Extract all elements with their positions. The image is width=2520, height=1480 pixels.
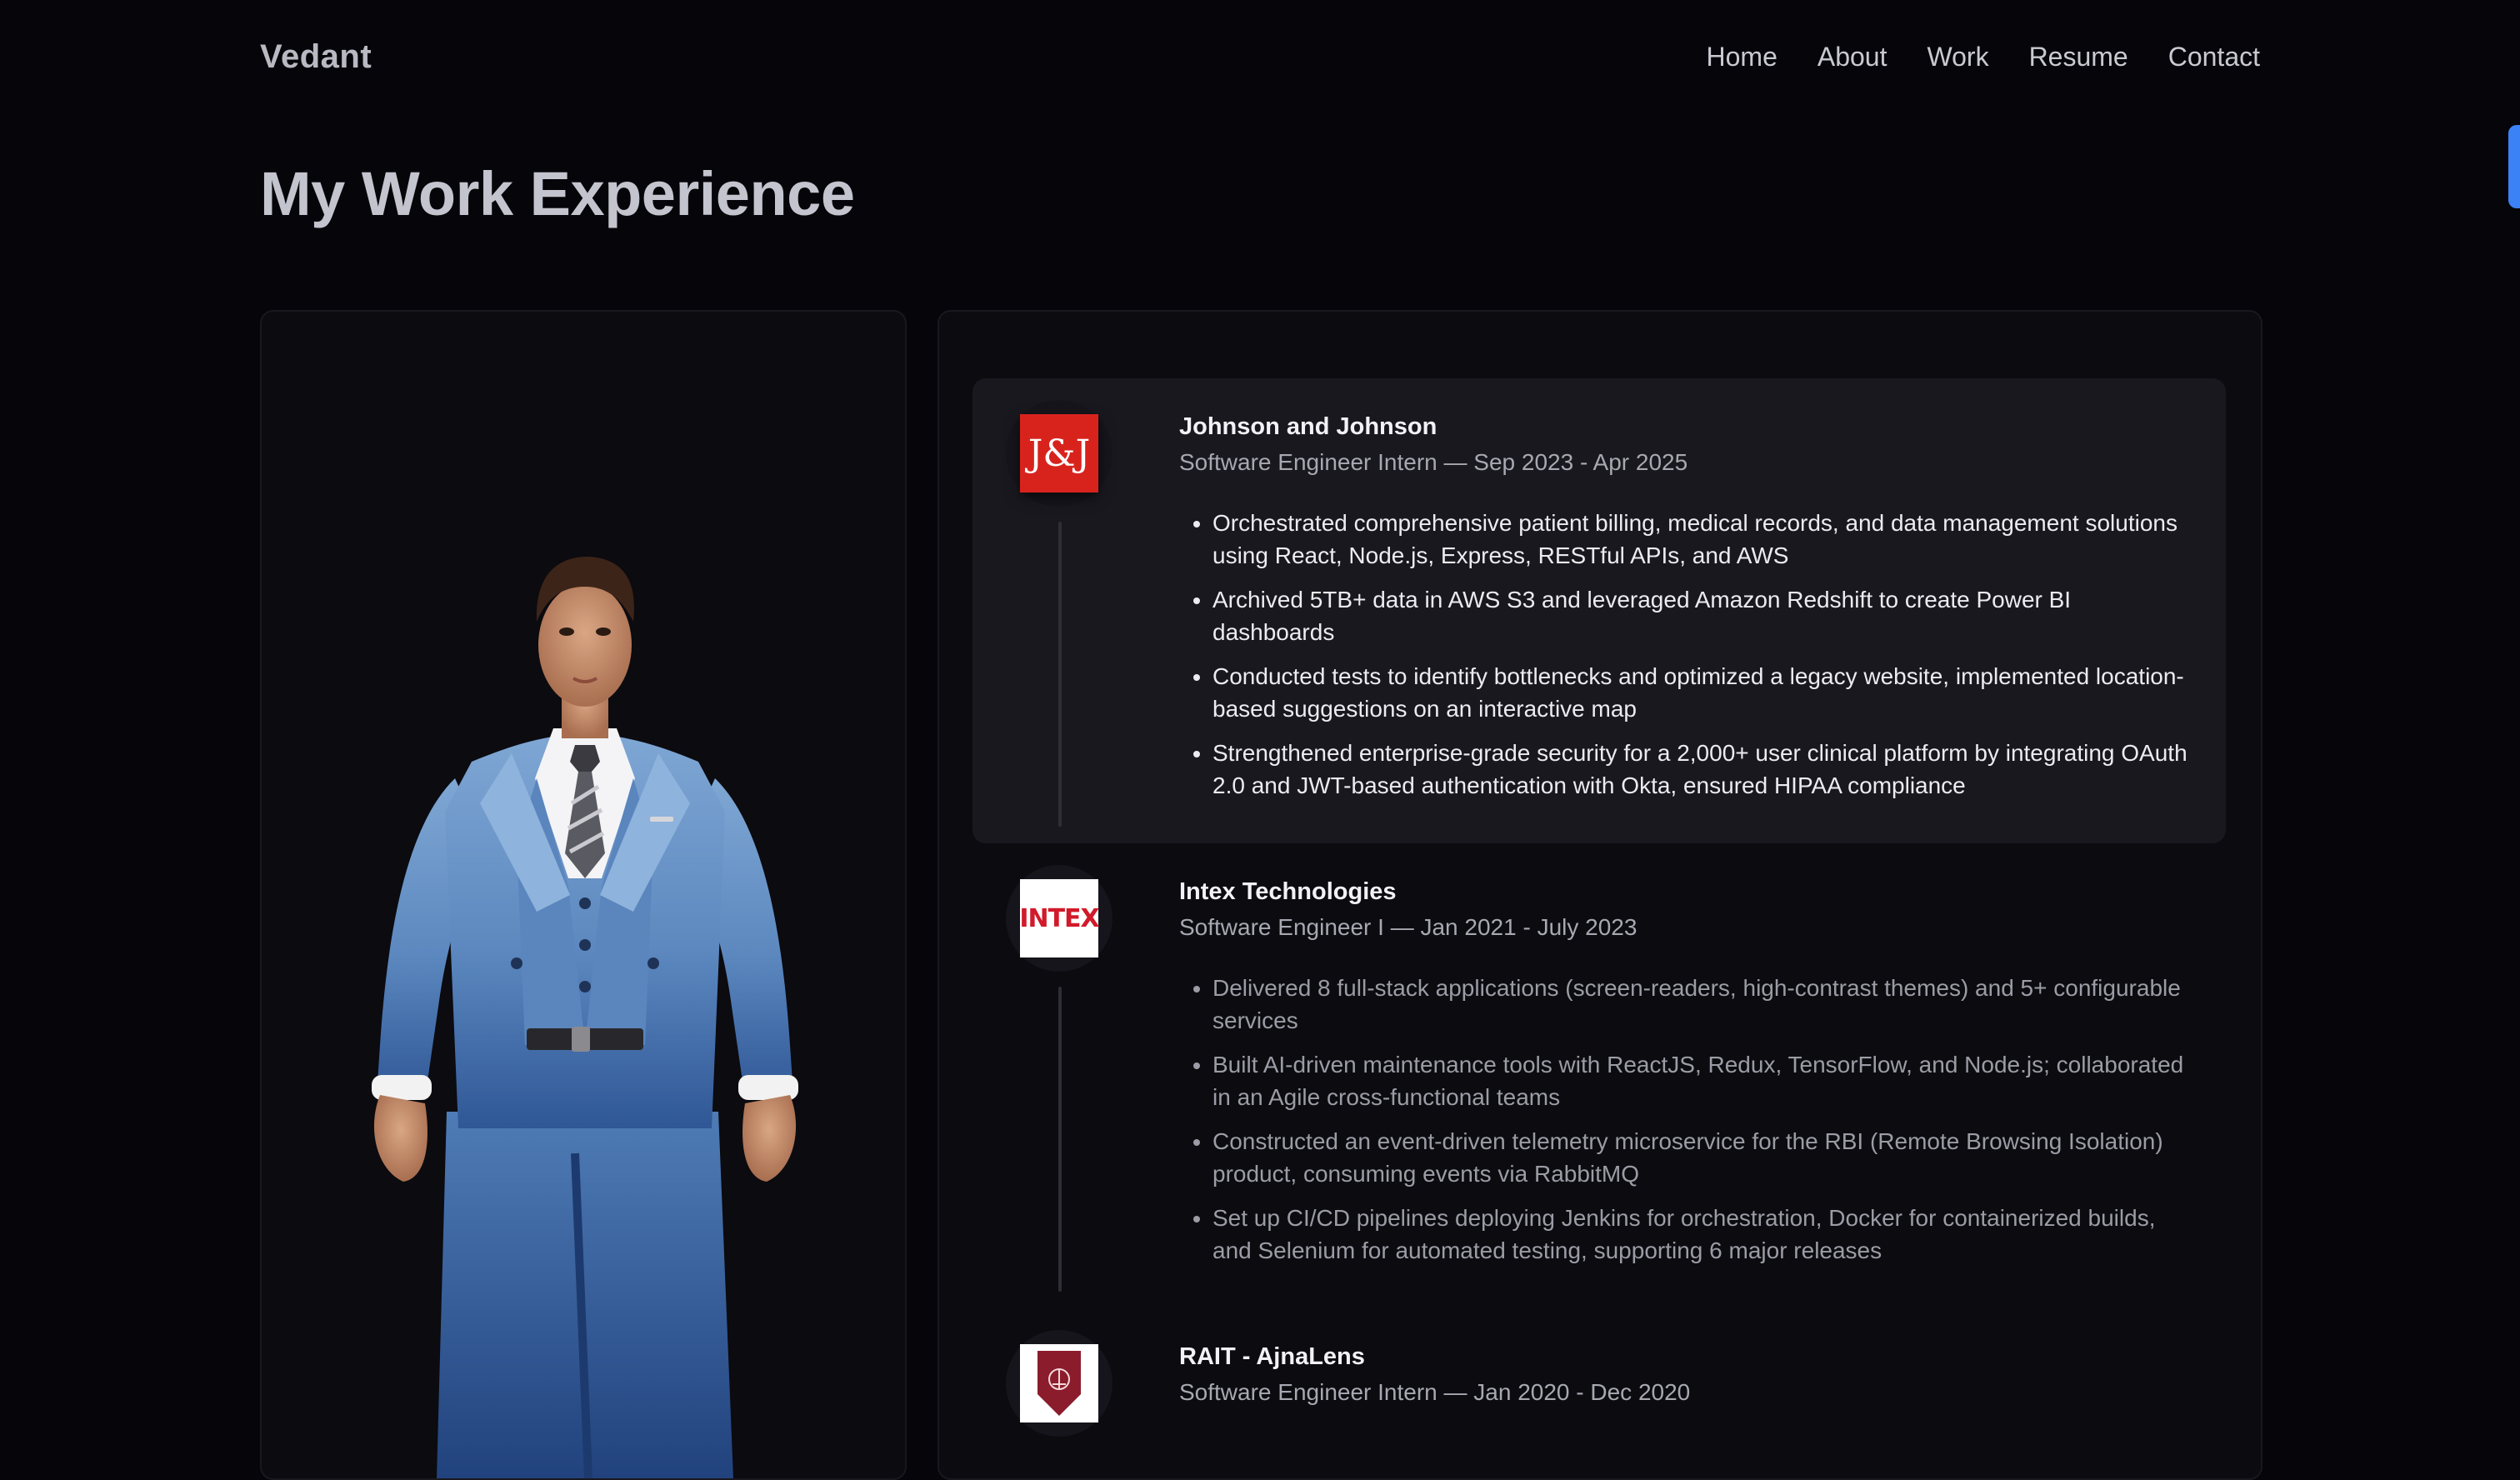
company-name: Johnson and Johnson <box>1179 413 1438 440</box>
job-header: Johnson and Johnson Software Engineer In… <box>1179 413 1688 476</box>
company-name: RAIT - AjnaLens <box>1179 1343 1365 1370</box>
job-item-johnson-and-johnson[interactable]: J&J Johnson and Johnson Software Enginee… <box>972 378 2226 843</box>
company-logo: J&J <box>1006 400 1112 507</box>
nav-link-resume[interactable]: Resume <box>2029 42 2128 72</box>
nav-menu: Home About Work Resume Contact <box>1707 42 2261 72</box>
nav-link-about[interactable]: About <box>1818 42 1888 72</box>
jj-logo-icon: J&J <box>1020 414 1098 492</box>
nav-link-home[interactable]: Home <box>1707 42 1778 72</box>
intex-logo-icon: INTEX <box>1019 879 1100 958</box>
company-name: Intex Technologies <box>1179 878 1397 905</box>
list-item: Strengthened enterprise-grade security f… <box>1212 737 2196 802</box>
job-bullets: Orchestrated comprehensive patient billi… <box>1179 507 2196 813</box>
side-tab-handle[interactable] <box>2508 125 2520 208</box>
list-item: Constructed an event-driven telemetry mi… <box>1212 1125 2196 1190</box>
list-item: Set up CI/CD pipelines deploying Jenkins… <box>1212 1202 2196 1267</box>
nav-link-contact[interactable]: Contact <box>2168 42 2260 72</box>
job-bullets: Delivered 8 full-stack applications (scr… <box>1179 972 2196 1278</box>
list-item: Archived 5TB+ data in AWS S3 and leverag… <box>1212 583 2196 648</box>
list-item: Orchestrated comprehensive patient billi… <box>1212 507 2196 572</box>
nav-link-work[interactable]: Work <box>1927 42 1988 72</box>
work-experience-card: J&J Johnson and Johnson Software Enginee… <box>938 310 2262 1480</box>
company-logo: INTEX <box>1006 865 1112 972</box>
avatar-3d-figure <box>372 557 798 1478</box>
avatar-card <box>260 310 907 1480</box>
job-item-intex-technologies[interactable]: INTEX Intex Technologies Software Engine… <box>972 843 2226 1308</box>
timeline-line <box>1058 987 1062 1292</box>
logo-text: INTEX <box>1019 903 1099 933</box>
job-role-dates: Software Engineer Intern — Jan 2020 - De… <box>1179 1379 1691 1405</box>
job-item-rait-ajnalens[interactable]: RAIT - AjnaLens Software Engineer Intern… <box>972 1308 2226 1475</box>
page-title: My Work Experience <box>260 159 855 228</box>
job-header: RAIT - AjnaLens Software Engineer Intern… <box>1179 1343 1690 1406</box>
list-item: Conducted tests to identify bottlenecks … <box>1212 660 2196 725</box>
rait-logo-icon <box>1020 1344 1098 1422</box>
rait-shield-icon <box>1038 1351 1081 1416</box>
navbar: Vedant Home About Work Resume Contact <box>0 0 2520 122</box>
job-role-dates: Software Engineer Intern — Sep 2023 - Ap… <box>1179 449 1688 475</box>
timeline-line <box>1058 522 1062 827</box>
company-logo <box>1006 1330 1112 1437</box>
logo-text: J&J <box>1028 432 1091 475</box>
list-item: Delivered 8 full-stack applications (scr… <box>1212 972 2196 1037</box>
job-header: Intex Technologies Software Engineer I —… <box>1179 878 1637 941</box>
list-item: Built AI-driven maintenance tools with R… <box>1212 1048 2196 1113</box>
job-role-dates: Software Engineer I — Jan 2021 - July 20… <box>1179 914 1638 940</box>
brand-logo[interactable]: Vedant <box>260 38 372 76</box>
